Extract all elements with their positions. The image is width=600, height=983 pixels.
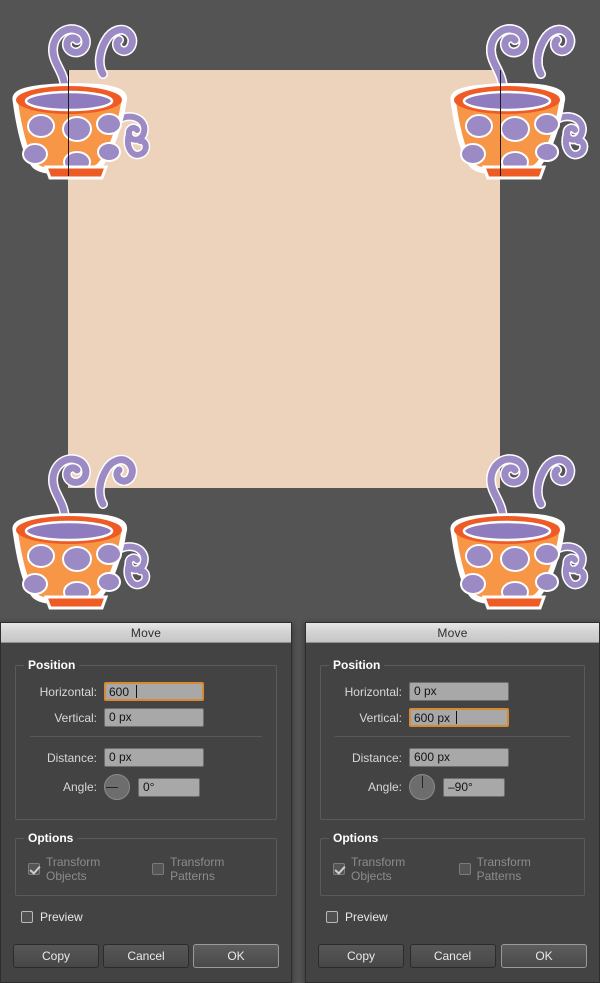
transform-patterns-checkbox[interactable]: Transform Patterns: [152, 855, 264, 883]
angle-field-row: Angle: –90°: [333, 774, 572, 800]
teacup-artwork-bottom-right[interactable]: [443, 432, 593, 618]
horizontal-field-row: Horizontal: 0 px: [333, 682, 572, 701]
angle-label: Angle:: [62, 780, 97, 794]
artboard-canvas[interactable]: [0, 0, 600, 618]
preview-label: Preview: [40, 910, 83, 924]
preview-checkbox[interactable]: Preview: [320, 910, 585, 924]
dialog-buttons: Copy Cancel OK: [318, 944, 587, 968]
position-divider: [335, 736, 570, 737]
vertical-label: Vertical:: [54, 710, 97, 725]
options-row: Transform Objects Transform Patterns: [333, 855, 572, 883]
copy-button[interactable]: Copy: [13, 944, 99, 968]
dialog-buttons: Copy Cancel OK: [13, 944, 279, 968]
dialog-title: Move: [130, 625, 162, 640]
options-group: Options Transform Objects Transform Patt…: [15, 831, 277, 896]
transform-objects-checkbox[interactable]: Transform Objects: [333, 855, 443, 883]
dialog-titlebar[interactable]: Move: [306, 623, 599, 643]
move-dialog-right[interactable]: Move Position Horizontal: 0 px Vertical:…: [305, 622, 600, 983]
cancel-button[interactable]: Cancel: [103, 944, 189, 968]
text-caret: [456, 711, 457, 724]
position-group: Position Horizontal: 0 px Vertical: 600 …: [320, 658, 585, 820]
teacup-artwork-top-right[interactable]: [443, 2, 593, 192]
distance-field-row: Distance: 600 px: [333, 748, 572, 767]
transform-patterns-label: Transform Patterns: [170, 855, 225, 883]
steam-swirls-icon: [485, 454, 576, 525]
horizontal-label: Horizontal:: [344, 684, 402, 699]
vertical-field-row: Vertical: 600 px: [333, 708, 572, 727]
horizontal-label: Horizontal:: [39, 684, 97, 699]
distance-label: Distance:: [46, 750, 97, 765]
preview-checkbox[interactable]: Preview: [15, 910, 277, 924]
cup-body: [12, 513, 128, 610]
angle-dial[interactable]: [409, 774, 435, 800]
cup-body: [12, 83, 128, 180]
options-group-title: Options: [24, 831, 78, 845]
distance-input[interactable]: 600 px: [409, 748, 509, 767]
checkbox-icon: [333, 863, 345, 875]
dialog-body: Position Horizontal: 600 Vertical: 0 px …: [1, 643, 291, 924]
ok-button[interactable]: OK: [501, 944, 587, 968]
ok-button[interactable]: OK: [193, 944, 279, 968]
cup-body: [450, 513, 566, 610]
teacup-artwork-bottom-left[interactable]: [5, 432, 155, 618]
steam-swirls-icon: [47, 454, 138, 525]
checkbox-icon: [152, 863, 165, 875]
options-group: Options Transform Objects Transform Patt…: [320, 831, 585, 896]
preview-label: Preview: [345, 910, 388, 924]
guide-line-left: [68, 70, 69, 176]
transform-patterns-checkbox[interactable]: Transform Patterns: [458, 855, 572, 883]
steam-swirls-icon: [485, 24, 576, 95]
angle-dial[interactable]: [104, 774, 130, 800]
position-group-title: Position: [329, 658, 385, 672]
position-group: Position Horizontal: 600 Vertical: 0 px …: [15, 658, 277, 820]
transform-patterns-label: Transform Patterns: [476, 855, 531, 883]
checkbox-icon: [28, 863, 40, 875]
horizontal-field-row: Horizontal: 600: [28, 682, 264, 701]
transform-objects-label: Transform Objects: [351, 855, 406, 883]
angle-field-row: Angle: 0°: [28, 774, 264, 800]
horizontal-input[interactable]: 600: [104, 682, 204, 701]
options-row: Transform Objects Transform Patterns: [28, 855, 264, 883]
distance-label: Distance:: [351, 750, 402, 765]
transform-objects-checkbox[interactable]: Transform Objects: [28, 855, 136, 883]
app-root: Move Position Horizontal: 600 Vertical: …: [0, 0, 600, 983]
transform-objects-label: Transform Objects: [46, 855, 101, 883]
vertical-input[interactable]: 0 px: [104, 708, 204, 727]
checkbox-icon: [458, 863, 471, 875]
checkbox-icon: [21, 911, 33, 923]
position-divider: [30, 736, 262, 737]
steam-swirls-icon: [47, 24, 138, 95]
text-caret: [136, 685, 137, 698]
position-group-title: Position: [24, 658, 80, 672]
angle-input[interactable]: 0°: [138, 777, 200, 797]
distance-field-row: Distance: 0 px: [28, 748, 264, 767]
dialog-body: Position Horizontal: 0 px Vertical: 600 …: [306, 643, 599, 924]
cancel-button[interactable]: Cancel: [409, 944, 496, 968]
copy-button[interactable]: Copy: [318, 944, 404, 968]
angle-label: Angle:: [367, 780, 402, 794]
distance-input[interactable]: 0 px: [104, 748, 204, 767]
guide-line-right: [500, 70, 501, 176]
horizontal-input[interactable]: 0 px: [409, 682, 509, 701]
vertical-field-row: Vertical: 0 px: [28, 708, 264, 727]
vertical-input[interactable]: 600 px: [409, 708, 509, 727]
cup-body: [450, 83, 566, 180]
angle-input[interactable]: –90°: [443, 777, 505, 797]
vertical-label: Vertical:: [359, 710, 402, 725]
teacup-artwork-top-left[interactable]: [5, 2, 155, 192]
dialog-titlebar[interactable]: Move: [1, 623, 291, 643]
move-dialog-left[interactable]: Move Position Horizontal: 600 Vertical: …: [0, 622, 292, 983]
checkbox-icon: [326, 911, 338, 923]
options-group-title: Options: [329, 831, 383, 845]
dialog-title: Move: [437, 625, 468, 640]
